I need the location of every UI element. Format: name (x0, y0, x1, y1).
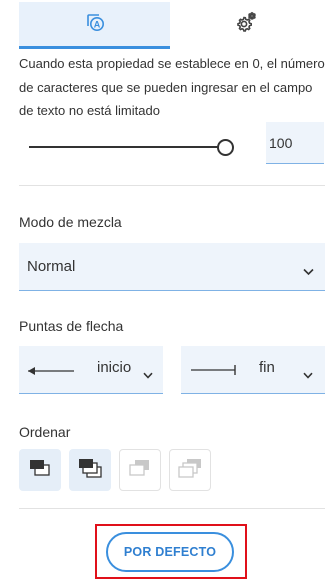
text-field-a-icon: A (84, 11, 106, 38)
max-length-input[interactable]: 100 (266, 122, 324, 164)
divider (19, 508, 325, 509)
line-end-bar-icon (190, 363, 238, 382)
arrowhead-start-value: inicio (97, 359, 132, 376)
bring-to-front-icon (78, 458, 102, 483)
bring-forward-icon (29, 459, 51, 482)
send-backward-button[interactable] (119, 449, 161, 491)
max-length-slider-handle[interactable] (217, 139, 234, 156)
chevron-down-icon (303, 366, 313, 384)
bring-to-front-button[interactable] (69, 449, 111, 491)
bring-forward-button[interactable] (19, 449, 61, 491)
order-label: Ordenar (19, 424, 71, 440)
default-button[interactable]: POR DEFECTO (106, 532, 234, 572)
send-to-back-icon (178, 458, 202, 483)
max-length-value: 100 (269, 134, 293, 151)
tab-text-field-properties[interactable]: A (19, 2, 170, 49)
blend-mode-select[interactable]: Normal (19, 243, 325, 291)
svg-text:A: A (93, 19, 100, 29)
send-to-back-button[interactable] (169, 449, 211, 491)
send-backward-icon (129, 459, 151, 482)
arrowhead-start-select[interactable]: inicio (19, 346, 163, 394)
tab-bar: A (0, 0, 336, 50)
arrowheads-label: Puntas de flecha (19, 318, 124, 334)
chevron-down-icon (143, 366, 153, 384)
blend-mode-label: Modo de mezcla (19, 214, 122, 230)
max-length-slider-track[interactable] (29, 146, 219, 148)
arrowhead-end-value: fin (259, 359, 275, 376)
divider (19, 185, 325, 186)
arrowhead-end-select[interactable]: fin (181, 346, 325, 394)
blend-mode-value: Normal (27, 258, 76, 275)
chevron-down-icon (303, 263, 314, 281)
gear-icon (234, 10, 258, 39)
tab-settings[interactable] (170, 2, 321, 46)
arrow-left-icon (27, 364, 75, 382)
max-length-description: Cuando esta propiedad se establece en 0,… (19, 56, 325, 118)
